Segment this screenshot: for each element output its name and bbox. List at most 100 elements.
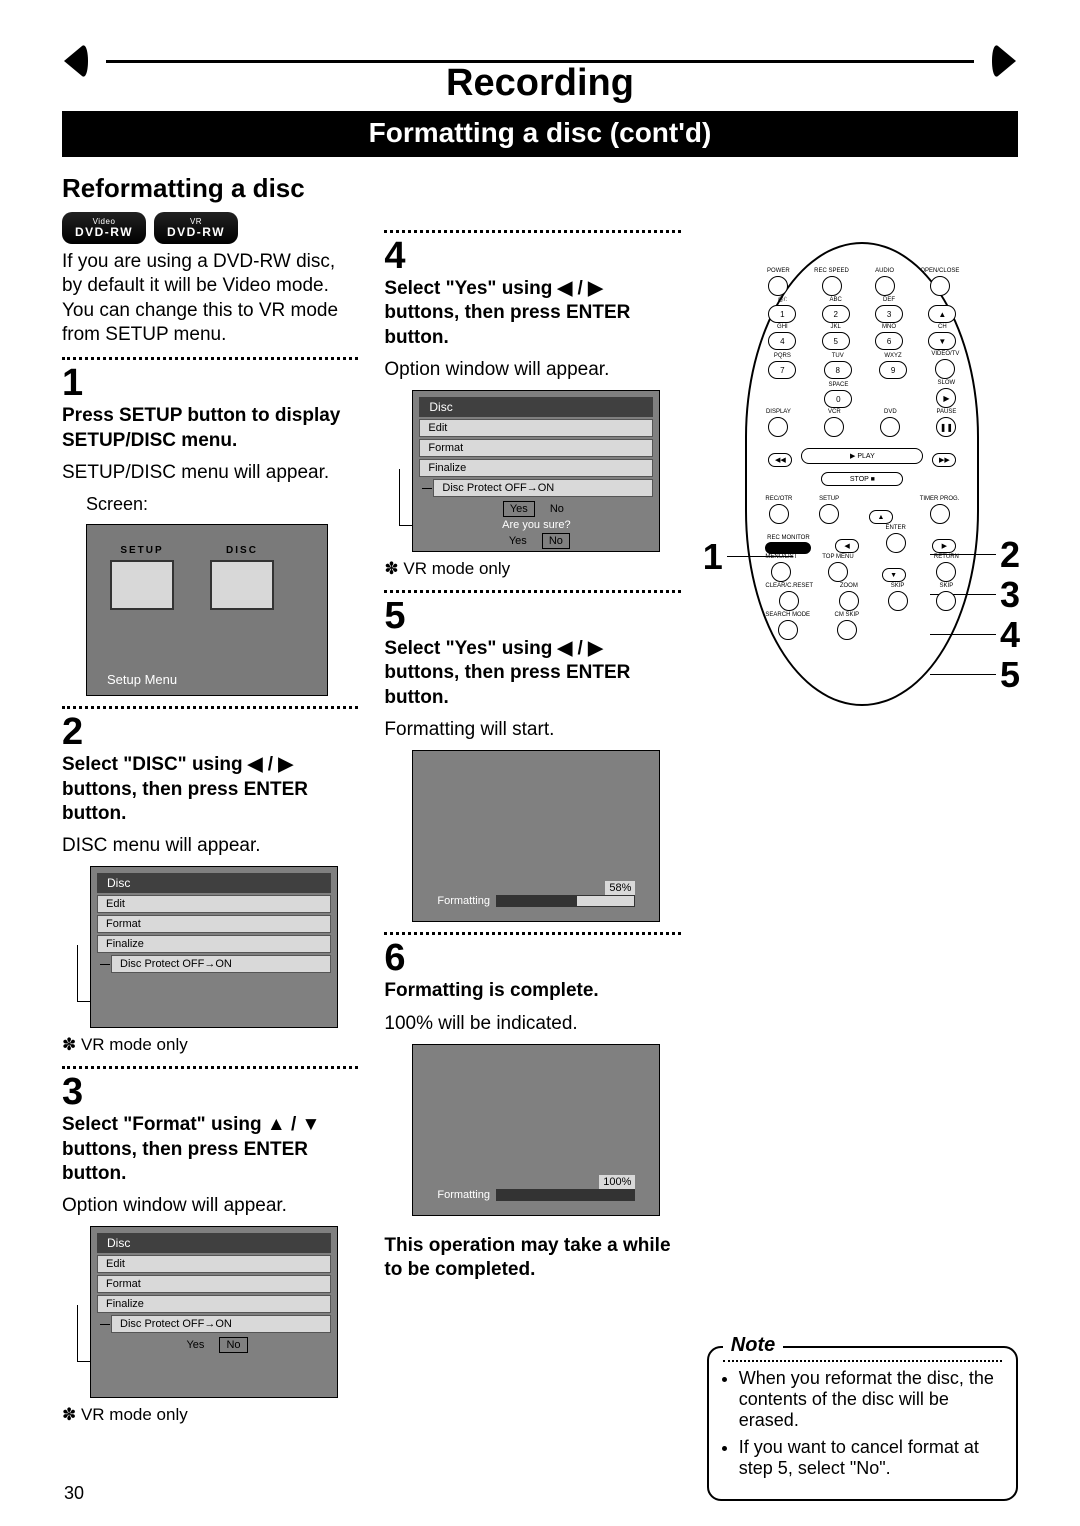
ch-down-button: ▼: [928, 332, 956, 350]
dvd-button: [880, 417, 900, 437]
keypad-1: 1: [768, 305, 796, 323]
note-item: If you want to cancel format at step 5, …: [739, 1437, 1002, 1479]
menu-item: Edit: [97, 1255, 331, 1273]
note-item: When you reformat the disc, the contents…: [739, 1368, 1002, 1431]
step-5-number: 5: [384, 597, 680, 635]
nav-up-button: ▲: [869, 510, 893, 524]
rew-button: ◀◀: [768, 453, 792, 467]
menu-title: Disc: [97, 873, 331, 893]
divider: [384, 590, 680, 593]
menu-item: Edit: [419, 419, 653, 437]
step-5-body: Formatting will start.: [384, 718, 680, 742]
return-button: [936, 562, 956, 582]
yes-no-row: Yes No: [419, 497, 653, 519]
disc-tab: DISC: [207, 545, 277, 610]
skip-prev-button: [888, 591, 908, 611]
rec-speed-button: [822, 276, 842, 296]
screen-label: Screen:: [86, 493, 358, 516]
progress-percent: 58%: [605, 881, 635, 895]
audio-button: [875, 276, 895, 296]
vr-mode-note: ✽ VR mode only: [62, 1404, 358, 1426]
menu-item: Edit: [97, 895, 331, 913]
enter-button: [886, 533, 906, 553]
badge-dvdrw-video: Video DVD-RW: [62, 212, 146, 244]
top-menu-button: [828, 562, 848, 582]
callout-1: 1: [703, 536, 723, 578]
display-button: [768, 417, 788, 437]
keypad-5: 5: [822, 332, 850, 350]
menu-item: Finalize: [419, 459, 653, 477]
are-you-sure: Are you sure?: [419, 519, 653, 533]
step-1-body: SETUP/DISC menu will appear.: [62, 461, 358, 485]
nav-right-button: ▶: [932, 539, 956, 553]
setup-tab: SETUP: [107, 545, 177, 610]
vcr-button: [824, 417, 844, 437]
header-subtitle: Formatting a disc (cont'd): [62, 111, 1018, 157]
header-recording: Recording: [62, 62, 1018, 105]
skip-next-button: [936, 591, 956, 611]
step-1-title: Press SETUP button to display SETUP/DISC…: [62, 404, 358, 453]
disc-menu-confirm: Disc Edit Format Finalize Disc Protect O…: [412, 390, 660, 552]
nav-left-button: ◀: [835, 539, 859, 553]
divider: [384, 932, 680, 935]
divider: [62, 1066, 358, 1069]
callout-3: 3: [1000, 574, 1020, 616]
setup-button: [819, 504, 839, 524]
nav-down-button: ▼: [882, 568, 906, 582]
keypad-8: 8: [824, 361, 852, 379]
disc-menu-format: Disc Edit Format Finalize Disc Protect O…: [90, 1226, 338, 1398]
menu-item: Finalize: [97, 1295, 331, 1313]
operation-warning: This operation may take a while to be co…: [384, 1234, 680, 1283]
zoom-button: [839, 591, 859, 611]
step-3-number: 3: [62, 1073, 358, 1111]
intro-text: If you are using a DVD-RW disc, by defau…: [62, 250, 358, 347]
disc-menu: Disc Edit Format Finalize Disc Protect O…: [90, 866, 338, 1028]
progress-percent: 100%: [599, 1175, 635, 1189]
rec-monitor-button: [765, 542, 811, 554]
step-3-body: Option window will appear.: [62, 1194, 358, 1218]
play-button: ▶ PLAY: [801, 448, 923, 464]
step-2-number: 2: [62, 713, 358, 751]
callout-5: 5: [1000, 654, 1020, 696]
menu-item: Disc Protect OFF→ON: [433, 479, 653, 497]
menu-item: Disc Protect OFF→ON: [111, 955, 331, 973]
menu-item: Disc Protect OFF→ON: [111, 1315, 331, 1333]
rec-otr-button: [769, 504, 789, 524]
video-tv-button: [935, 359, 955, 379]
ornament-left-icon: [62, 42, 106, 80]
step-1-number: 1: [62, 364, 358, 402]
callout-2: 2: [1000, 534, 1020, 576]
note-box: Note When you reformat the disc, the con…: [707, 1346, 1018, 1501]
menu-item: Format: [419, 439, 653, 457]
divider: [384, 230, 680, 233]
step-6-number: 6: [384, 939, 680, 977]
ff-button: ▶▶: [932, 453, 956, 467]
keypad-2: 2: [822, 305, 850, 323]
step-5-title: Select "Yes" using ◀ / ▶ buttons, then p…: [384, 637, 680, 710]
formatting-screen-58: 58% Formatting: [412, 750, 660, 922]
search-mode-button: [778, 620, 798, 640]
divider: [62, 357, 358, 360]
keypad-0: 0: [824, 390, 852, 408]
header-section: Reformatting a disc: [62, 173, 1018, 204]
clear-reset-button: [779, 591, 799, 611]
keypad-6: 6: [875, 332, 903, 350]
setup-caption: Setup Menu: [107, 672, 177, 687]
yes-no-row: Yes No: [97, 1333, 331, 1355]
step-2-title: Select "DISC" using ◀ / ▶ buttons, then …: [62, 753, 358, 826]
formatting-label: Formatting: [437, 1189, 490, 1201]
step-4-title: Select "Yes" using ◀ / ▶ buttons, then p…: [384, 277, 680, 350]
open-close-button: [930, 276, 950, 296]
formatting-label: Formatting: [437, 895, 490, 907]
step-6-body: 100% will be indicated.: [384, 1012, 680, 1036]
stop-button: STOP ■: [821, 472, 903, 486]
step-2-body: DISC menu will appear.: [62, 834, 358, 858]
power-button: [768, 276, 788, 296]
keypad-7: 7: [768, 361, 796, 379]
yes-no-row: Yes No: [419, 533, 653, 551]
remote-diagram: 1 2 3 4 5 POWER REC SPEED AUDIO: [707, 242, 1018, 706]
callout-4: 4: [1000, 614, 1020, 656]
vr-mode-note: ✽ VR mode only: [384, 558, 680, 580]
slow-button: ▶: [936, 388, 956, 408]
pause-button: ❚❚: [936, 417, 956, 437]
